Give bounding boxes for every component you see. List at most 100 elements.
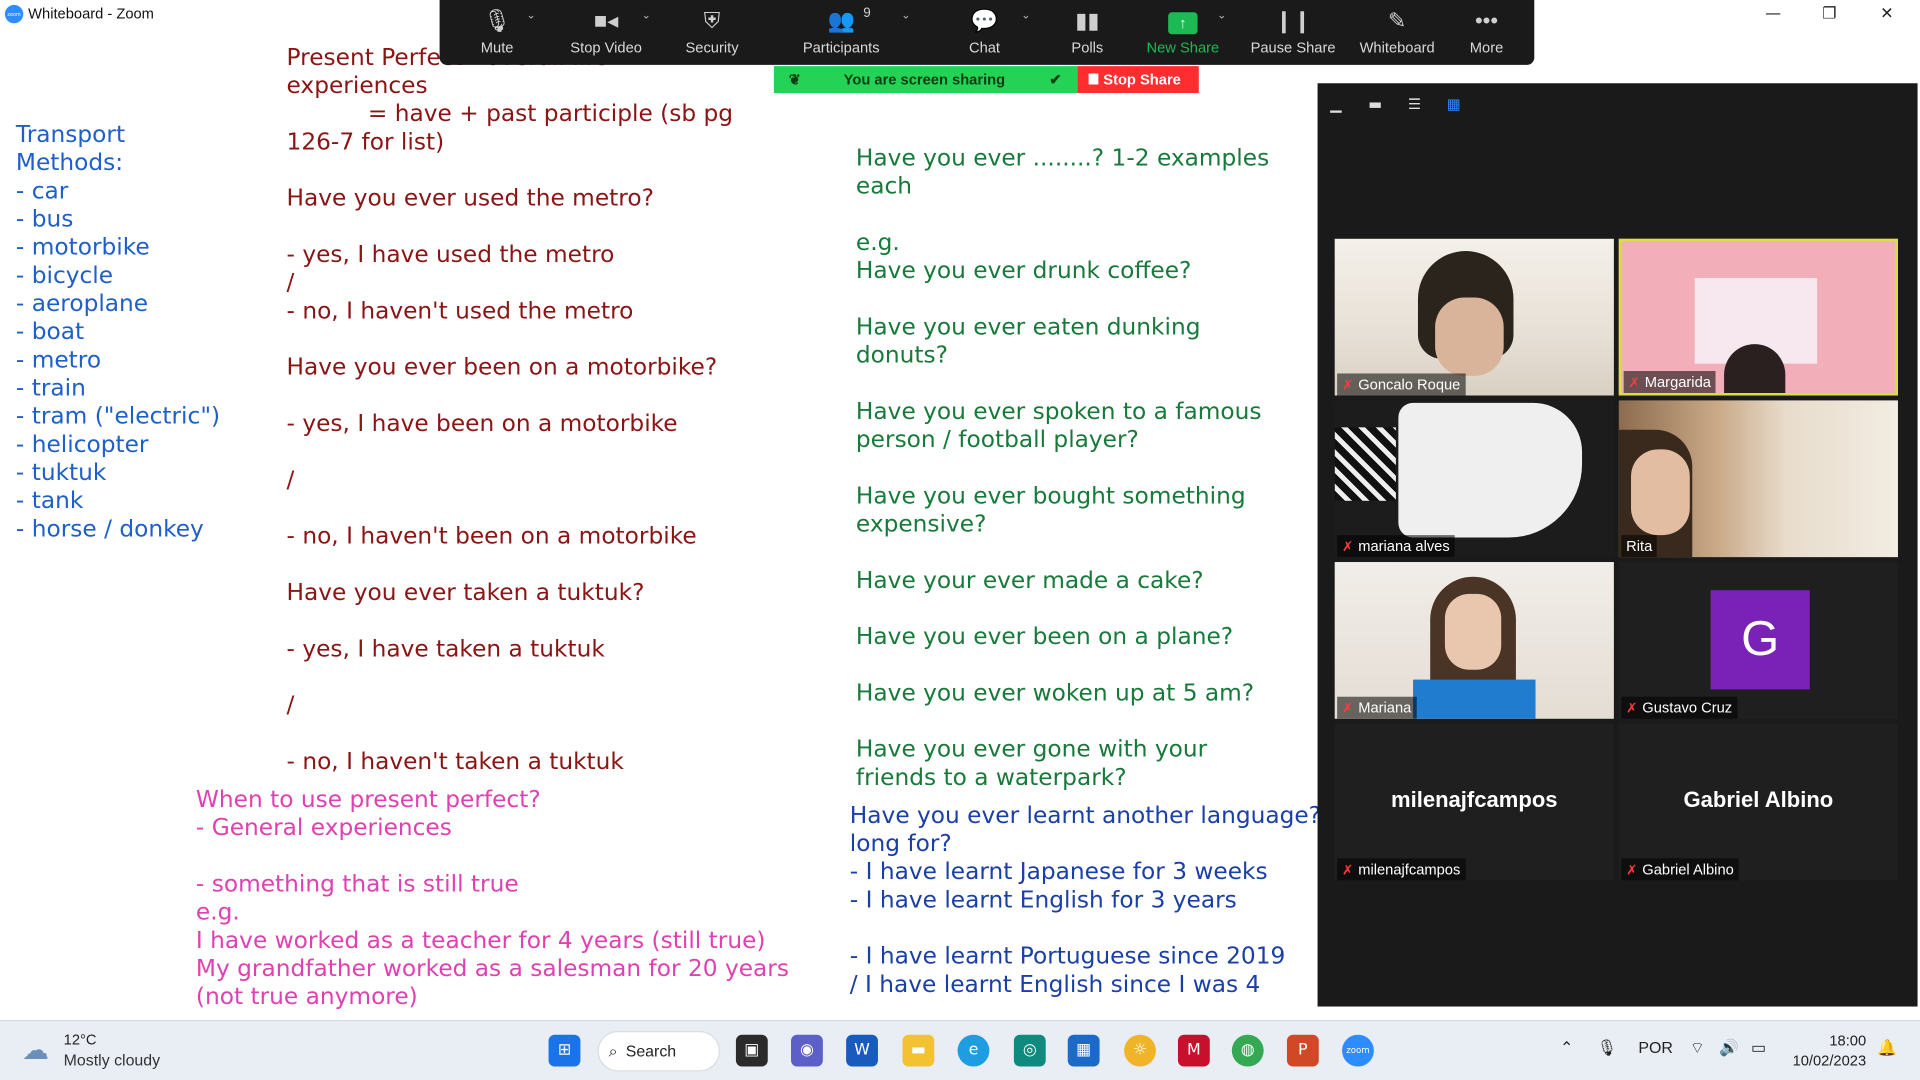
mute-button[interactable]: 🎙 Mute [467, 0, 528, 65]
weather-description[interactable]: Mostly cloudy [64, 1051, 160, 1069]
participant-name-tag: ✗ Gabriel Albino [1621, 858, 1739, 881]
word-icon[interactable]: W [846, 1034, 878, 1067]
show-hidden-icons-chevron-icon[interactable]: ⌃ [1560, 1038, 1573, 1058]
sharing-status-label: You are screen sharing [843, 71, 1006, 89]
cloud-weather-icon[interactable]: ☁ [22, 1036, 49, 1067]
minimize-panel-icon[interactable]: ▁ [1327, 96, 1344, 113]
weather-temperature[interactable]: 12°C [64, 1031, 97, 1048]
whiteboard-button[interactable]: ✎ Whiteboard [1351, 0, 1444, 65]
close-button[interactable]: ✕ [1859, 2, 1915, 26]
notifications-icon[interactable]: 🔔 [1877, 1038, 1897, 1058]
participant-name-tag: Rita [1621, 535, 1658, 558]
stop-share-button[interactable]: Stop Share [1077, 66, 1199, 94]
participant-tile-active-speaker[interactable]: ✗ Margarida [1618, 238, 1898, 396]
microsoft-store-icon[interactable]: ▦ [1067, 1034, 1100, 1067]
muted-mic-icon: ✗ [1342, 863, 1354, 878]
more-dots-icon: ••• [1474, 8, 1499, 34]
polls-button[interactable]: ▮▮ Polls [1063, 0, 1112, 65]
speaker-view-icon[interactable]: ▬ [1367, 96, 1384, 113]
video-feed-chair [1398, 402, 1583, 538]
share-options-chevron-icon[interactable]: ⌄ [1217, 10, 1226, 22]
task-view-icon[interactable]: ▣ [735, 1034, 768, 1067]
muted-mic-icon: ✗ [1626, 863, 1638, 878]
participants-options-chevron-icon[interactable]: ⌄ [901, 10, 910, 22]
wifi-icon[interactable]: ⌔ [1690, 1038, 1705, 1058]
input-language[interactable]: POR [1638, 1038, 1672, 1056]
pen-icon: ✎ [1387, 8, 1407, 34]
participant-name-tag: ✗ Margarida [1623, 371, 1716, 394]
gallery-view-icon[interactable]: ▦ [1445, 96, 1462, 113]
powerpoint-icon[interactable]: P [1286, 1034, 1319, 1067]
restore-button[interactable]: ❐ [1801, 2, 1857, 26]
file-explorer-icon[interactable]: ▬ [902, 1034, 935, 1067]
video-gallery-panel: ▁ ▬ ☰ ▦ ✗ Goncalo Roque ✗ Margarida ✗ maria… [1317, 83, 1918, 1007]
mcafee-icon[interactable]: M [1177, 1034, 1210, 1067]
taskbar-search[interactable]: ⌕ Search [597, 1031, 720, 1072]
sharing-leaf-icon: ❦ [788, 71, 801, 89]
window-title: Whiteboard - Zoom [28, 4, 154, 23]
stop-square-icon [1088, 73, 1099, 85]
participant-tile[interactable]: milenajfcampos ✗ milenajfcampos [1334, 723, 1614, 881]
video-feed-shirt [1413, 679, 1536, 719]
participant-name-tag: ✗ Mariana [1337, 696, 1417, 719]
gallery-view-controls: ▁ ▬ ☰ ▦ [1327, 91, 1478, 113]
participant-name-tag: ✗ Gustavo Cruz [1621, 696, 1738, 719]
chat-icon: 💬 [970, 8, 999, 34]
shield-icon: ⛨ [703, 8, 721, 34]
taskbar-clock[interactable]: 18:00 10/02/2023 [1790, 1031, 1867, 1070]
participant-tile[interactable]: ✗ Goncalo Roque [1334, 238, 1614, 396]
edge-browser-icon[interactable]: e [957, 1034, 990, 1067]
participant-tile[interactable]: ✗ mariana alves [1334, 400, 1614, 558]
zoom-taskbar-icon[interactable]: zoom [1342, 1034, 1374, 1067]
pause-share-button[interactable]: ❙❙ Pause Share [1249, 0, 1337, 65]
muted-mic-icon: ✗ [1342, 540, 1354, 555]
participant-display-name: Gabriel Albino [1683, 787, 1834, 812]
participant-name-tag: ✗ Goncalo Roque [1337, 373, 1466, 396]
clock-date: 10/02/2023 [1792, 1051, 1867, 1069]
video-options-chevron-icon[interactable]: ⌄ [642, 10, 651, 22]
video-feed-face [1444, 593, 1502, 670]
screen-sharing-indicator[interactable]: ❦ You are screen sharing ✔ [773, 66, 1078, 94]
participant-tile[interactable]: ✗ Mariana [1334, 562, 1614, 719]
muted-mic-icon: ✗ [1628, 375, 1640, 391]
video-feed-face [1435, 297, 1504, 376]
language-text: Have you ever learnt another language? H… [849, 802, 1379, 998]
chat-options-chevron-icon[interactable]: ⌄ [1021, 10, 1030, 22]
mute-options-chevron-icon[interactable]: ⌄ [527, 10, 536, 22]
pause-icon: ❙❙ [1274, 8, 1312, 34]
participant-tile[interactable]: Rita [1618, 400, 1898, 558]
clock-time: 18:00 [1829, 1032, 1867, 1050]
present-perfect-text: Present Perfect - overall life experienc… [286, 44, 734, 776]
participant-tile[interactable]: Gabriel Albino ✗ Gabriel Albino [1618, 723, 1898, 881]
participant-tile[interactable]: G ✗ Gustavo Cruz [1618, 562, 1898, 719]
chrome-icon[interactable]: ◍ [1231, 1034, 1264, 1067]
meeting-toolbar: 🎙 Mute ⌄ ■◂ Stop Video ⌄ ⛨ Security 👥 Pa… [439, 0, 1535, 65]
security-check-icon: ✔ [1049, 71, 1062, 89]
chat-button[interactable]: 💬 Chat [960, 0, 1009, 65]
microphone-icon: 🎙 [483, 8, 512, 34]
share-arrow-icon: ↑ [1141, 0, 1224, 39]
muted-mic-icon: ✗ [1626, 701, 1638, 717]
battery-icon[interactable]: ▭ [1751, 1038, 1766, 1058]
security-button[interactable]: ⛨ Security [678, 0, 745, 65]
minimize-button[interactable]: — [1745, 2, 1801, 26]
new-share-button[interactable]: ↑ New Share [1141, 0, 1224, 65]
polls-icon: ▮▮ [1075, 8, 1100, 34]
teams-chat-icon[interactable]: ◉ [791, 1034, 823, 1067]
app-icon[interactable]: ◎ [1013, 1034, 1046, 1067]
volume-icon[interactable]: 🔊 [1719, 1038, 1739, 1058]
microphone-tray-icon[interactable]: 🎙 [1597, 1038, 1617, 1058]
weather-app-icon[interactable]: ☼ [1124, 1034, 1156, 1067]
participants-button[interactable]: 👥 Participants [795, 0, 888, 65]
stop-video-button[interactable]: ■◂ Stop Video [562, 0, 650, 65]
video-feed-pattern [1334, 427, 1396, 501]
strip-view-icon[interactable]: ☰ [1406, 96, 1423, 113]
zoom-logo-icon: zoom [4, 4, 24, 24]
more-button[interactable]: ••• More [1461, 0, 1512, 65]
search-icon: ⌕ [608, 1042, 618, 1061]
participant-display-name: milenajfcampos [1390, 787, 1558, 812]
participants-icon: 👥 [827, 8, 855, 34]
transport-methods-text: Transport Methods: - car - bus - motorbi… [15, 121, 221, 543]
windows-start-icon[interactable]: ⊞ [548, 1034, 581, 1067]
participants-count: 9 [863, 6, 871, 21]
